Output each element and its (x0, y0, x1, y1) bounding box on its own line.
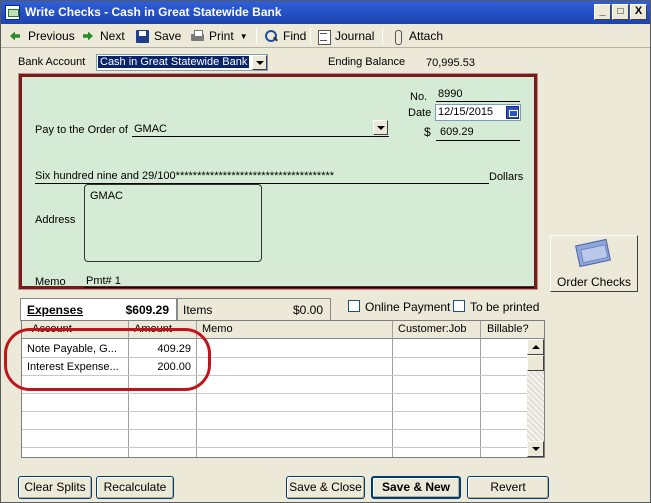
previous-button[interactable]: Previous (9, 27, 75, 45)
amount-underline (436, 140, 520, 141)
column-header-memo[interactable]: Memo (202, 323, 233, 335)
date-field[interactable]: 12/15/2015 (435, 104, 521, 121)
toolbar-separator (382, 28, 383, 44)
bank-account-label: Bank Account (18, 56, 86, 68)
dollars-label: Dollars (489, 171, 524, 183)
check-form: No. 8990 Date 12/15/2015 Pay to the Orde… (18, 73, 538, 290)
toolbar-separator (256, 28, 257, 44)
previous-label: Previous (28, 29, 75, 43)
journal-button[interactable]: Journal (316, 27, 374, 45)
check-number-label: No. (410, 91, 428, 103)
dollar-sign: $ (424, 125, 431, 139)
next-arrow-icon (81, 29, 96, 44)
column-divider (480, 321, 481, 457)
check-number-underline (436, 101, 520, 102)
write-checks-window: Write Checks - Cash in Great Statewide B… (0, 0, 651, 503)
written-amount: Six hundred nine and 29/100*************… (35, 170, 335, 182)
close-button[interactable]: X (630, 4, 647, 20)
save-close-button[interactable]: Save & Close (286, 476, 365, 499)
tab-items[interactable]: Items $0.00 (177, 298, 331, 320)
toolbar: Previous Next Save Print ▼ Find Journal … (1, 24, 650, 48)
row-divider (22, 447, 527, 448)
payee-value: GMAC (134, 123, 167, 135)
checks-stack-icon (575, 238, 611, 268)
address-label: Address (35, 214, 76, 226)
check-app-icon (5, 5, 20, 20)
scroll-thumb[interactable] (527, 355, 544, 371)
date-value: 12/15/2015 (438, 106, 494, 118)
chevron-down-icon[interactable] (373, 120, 388, 135)
items-tab-label: Items (183, 303, 213, 317)
grid-scrollbar[interactable] (527, 339, 544, 457)
column-header-billable[interactable]: Billable? (487, 323, 529, 335)
bank-account-select[interactable]: Cash in Great Statewide Bank (96, 54, 268, 71)
attach-button[interactable]: Attach (390, 27, 443, 45)
save-button[interactable]: Save (135, 27, 181, 45)
memo-underline (84, 287, 534, 288)
journal-label: Journal (335, 29, 375, 43)
toolbar-separator (310, 28, 311, 44)
bank-account-value: Cash in Great Statewide Bank (98, 56, 250, 68)
find-label: Find (283, 29, 307, 43)
chevron-down-icon[interactable] (252, 55, 267, 70)
tab-expenses[interactable]: Expenses $609.29 (20, 298, 177, 321)
window-title: Write Checks - Cash in Great Statewide B… (25, 5, 282, 19)
print-dropdown-icon[interactable]: ▼ (240, 32, 248, 41)
next-label: Next (100, 29, 125, 43)
to-be-printed-checkbox[interactable] (453, 300, 465, 312)
save-label: Save (154, 29, 182, 43)
payee-field[interactable]: GMAC (132, 120, 389, 137)
column-header-customer-job[interactable]: Customer:Job (398, 323, 466, 335)
order-checks-button[interactable]: Order Checks (550, 235, 638, 292)
ending-balance-label: Ending Balance (328, 56, 406, 68)
revert-button[interactable]: Revert (467, 476, 549, 499)
save-disk-icon (135, 29, 150, 44)
column-divider (392, 321, 393, 457)
scroll-up-icon[interactable] (527, 339, 544, 355)
check-number-field[interactable]: 8990 (438, 88, 462, 100)
online-payment-label: Online Payment (365, 300, 451, 314)
paperclip-icon (390, 29, 405, 45)
minimize-button[interactable]: _ (594, 4, 611, 20)
expenses-tab-amount: $609.29 (125, 303, 169, 317)
amount-field[interactable]: 609.29 (440, 126, 474, 138)
to-be-printed-label: To be printed (470, 300, 540, 314)
calendar-icon[interactable] (506, 106, 519, 119)
address-box[interactable]: GMAC (84, 184, 262, 262)
payee-dropdown[interactable] (372, 120, 388, 136)
clear-splits-button[interactable]: Clear Splits (18, 476, 92, 499)
attach-label: Attach (409, 29, 444, 43)
recalculate-button[interactable]: Recalculate (96, 476, 174, 499)
memo-field[interactable]: Pmt# 1 (86, 275, 121, 287)
row-divider (22, 411, 527, 412)
row-divider (22, 393, 527, 394)
address-text: GMAC (90, 190, 123, 202)
next-button[interactable]: Next (81, 27, 125, 45)
online-payment-checkbox[interactable] (348, 300, 360, 312)
maximize-button[interactable]: □ (612, 4, 629, 20)
date-label: Date (408, 107, 432, 119)
scroll-down-icon[interactable] (527, 441, 544, 457)
journal-icon (316, 29, 331, 45)
find-magnifier-icon (264, 29, 279, 44)
save-new-button[interactable]: Save & New (371, 476, 461, 499)
order-checks-label: Order Checks (556, 275, 632, 289)
print-button[interactable]: Print ▼ (190, 27, 248, 45)
ending-balance-value: 70,995.53 (426, 57, 475, 69)
print-label: Print (209, 29, 234, 43)
items-tab-amount: $0.00 (292, 303, 323, 317)
expenses-tab-label: Expenses (27, 303, 84, 317)
title-bar: Write Checks - Cash in Great Statewide B… (1, 1, 650, 24)
row-divider (22, 429, 527, 430)
find-button[interactable]: Find (264, 27, 306, 45)
printer-icon (190, 29, 205, 44)
memo-label: Memo (35, 276, 66, 288)
pay-to-label: Pay to the Order of (35, 124, 128, 136)
previous-arrow-icon (9, 29, 24, 44)
highlight-circle-annotation (4, 328, 211, 391)
